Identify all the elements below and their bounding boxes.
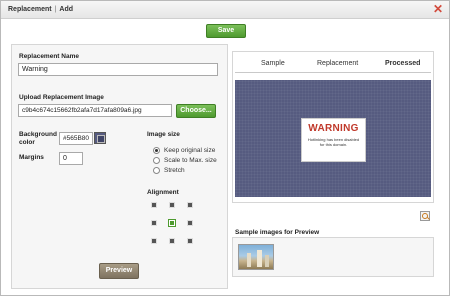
upload-image-input[interactable]: c9b4c674c15662fb2afa7d17afa809a6.jpg xyxy=(18,104,172,117)
radio-button[interactable] xyxy=(153,157,160,164)
color-picker-icon[interactable] xyxy=(94,132,106,144)
upload-image-label: Upload Replacement Image xyxy=(19,94,104,101)
radio-button[interactable] xyxy=(153,167,160,174)
margins-label: Margins xyxy=(19,154,44,161)
margins-input[interactable]: 0 xyxy=(59,152,83,165)
tab-processed[interactable]: Processed xyxy=(385,60,420,67)
align-top-center[interactable] xyxy=(169,202,175,208)
align-middle-left[interactable] xyxy=(151,220,157,226)
preview-panel: Sample Replacement Processed WARNING Hot… xyxy=(232,51,434,203)
title-separator: | xyxy=(54,6,57,13)
background-color-input[interactable]: #565B80 xyxy=(59,132,93,145)
align-center[interactable] xyxy=(168,219,176,227)
replacement-name-input[interactable]: Warning xyxy=(18,63,218,76)
dialog-title: Replacement | Add xyxy=(8,6,73,13)
align-bottom-right[interactable] xyxy=(187,238,193,244)
title-main: Replacement xyxy=(8,6,52,13)
processed-preview-canvas: WARNING Hotlinking has been disabled for… xyxy=(235,80,431,197)
zoom-icon[interactable] xyxy=(420,211,430,221)
image-size-label: Image size xyxy=(147,131,180,138)
align-bottom-center[interactable] xyxy=(169,238,175,244)
close-icon[interactable]: ✕ xyxy=(432,3,444,15)
alignment-label: Alignment xyxy=(147,189,179,196)
radio-label: Stretch xyxy=(164,167,185,174)
sample-images-label: Sample images for Preview xyxy=(235,229,320,236)
preview-tabs: Sample Replacement Processed xyxy=(233,52,433,74)
choose-file-button[interactable]: Choose... xyxy=(176,104,216,118)
warning-title: WARNING xyxy=(308,123,359,134)
warning-message: Hotlinking has been disabled for this do… xyxy=(307,137,360,147)
sample-images-strip xyxy=(232,237,434,277)
warning-image: WARNING Hotlinking has been disabled for… xyxy=(301,118,366,162)
align-middle-right[interactable] xyxy=(187,220,193,226)
form-panel xyxy=(11,44,228,289)
tab-sample[interactable]: Sample xyxy=(261,60,285,67)
align-top-right[interactable] xyxy=(187,202,193,208)
replacement-dialog: Replacement | Add ✕ Save Replacement Name … xyxy=(0,0,450,296)
tabs-divider xyxy=(235,72,431,73)
radio-label: Scale to Max. size xyxy=(164,157,217,164)
align-bottom-left[interactable] xyxy=(151,238,157,244)
tab-replacement[interactable]: Replacement xyxy=(317,60,358,67)
radio-scale-max[interactable]: Scale to Max. size xyxy=(153,157,217,164)
radio-button[interactable] xyxy=(153,147,160,154)
preview-button[interactable]: Preview xyxy=(99,263,139,279)
alignment-grid xyxy=(151,202,195,246)
replacement-name-label: Replacement Name xyxy=(19,53,79,60)
align-top-left[interactable] xyxy=(151,202,157,208)
radio-label: Keep original size xyxy=(164,147,216,154)
save-button[interactable]: Save xyxy=(206,24,246,38)
dialog-titlebar: Replacement | Add ✕ xyxy=(1,1,449,19)
radio-stretch[interactable]: Stretch xyxy=(153,167,185,174)
radio-keep-original[interactable]: Keep original size xyxy=(153,147,215,154)
title-sub: Add xyxy=(59,6,74,13)
sample-image-thumbnail[interactable] xyxy=(238,244,274,270)
background-color-label: Background color xyxy=(19,131,57,146)
